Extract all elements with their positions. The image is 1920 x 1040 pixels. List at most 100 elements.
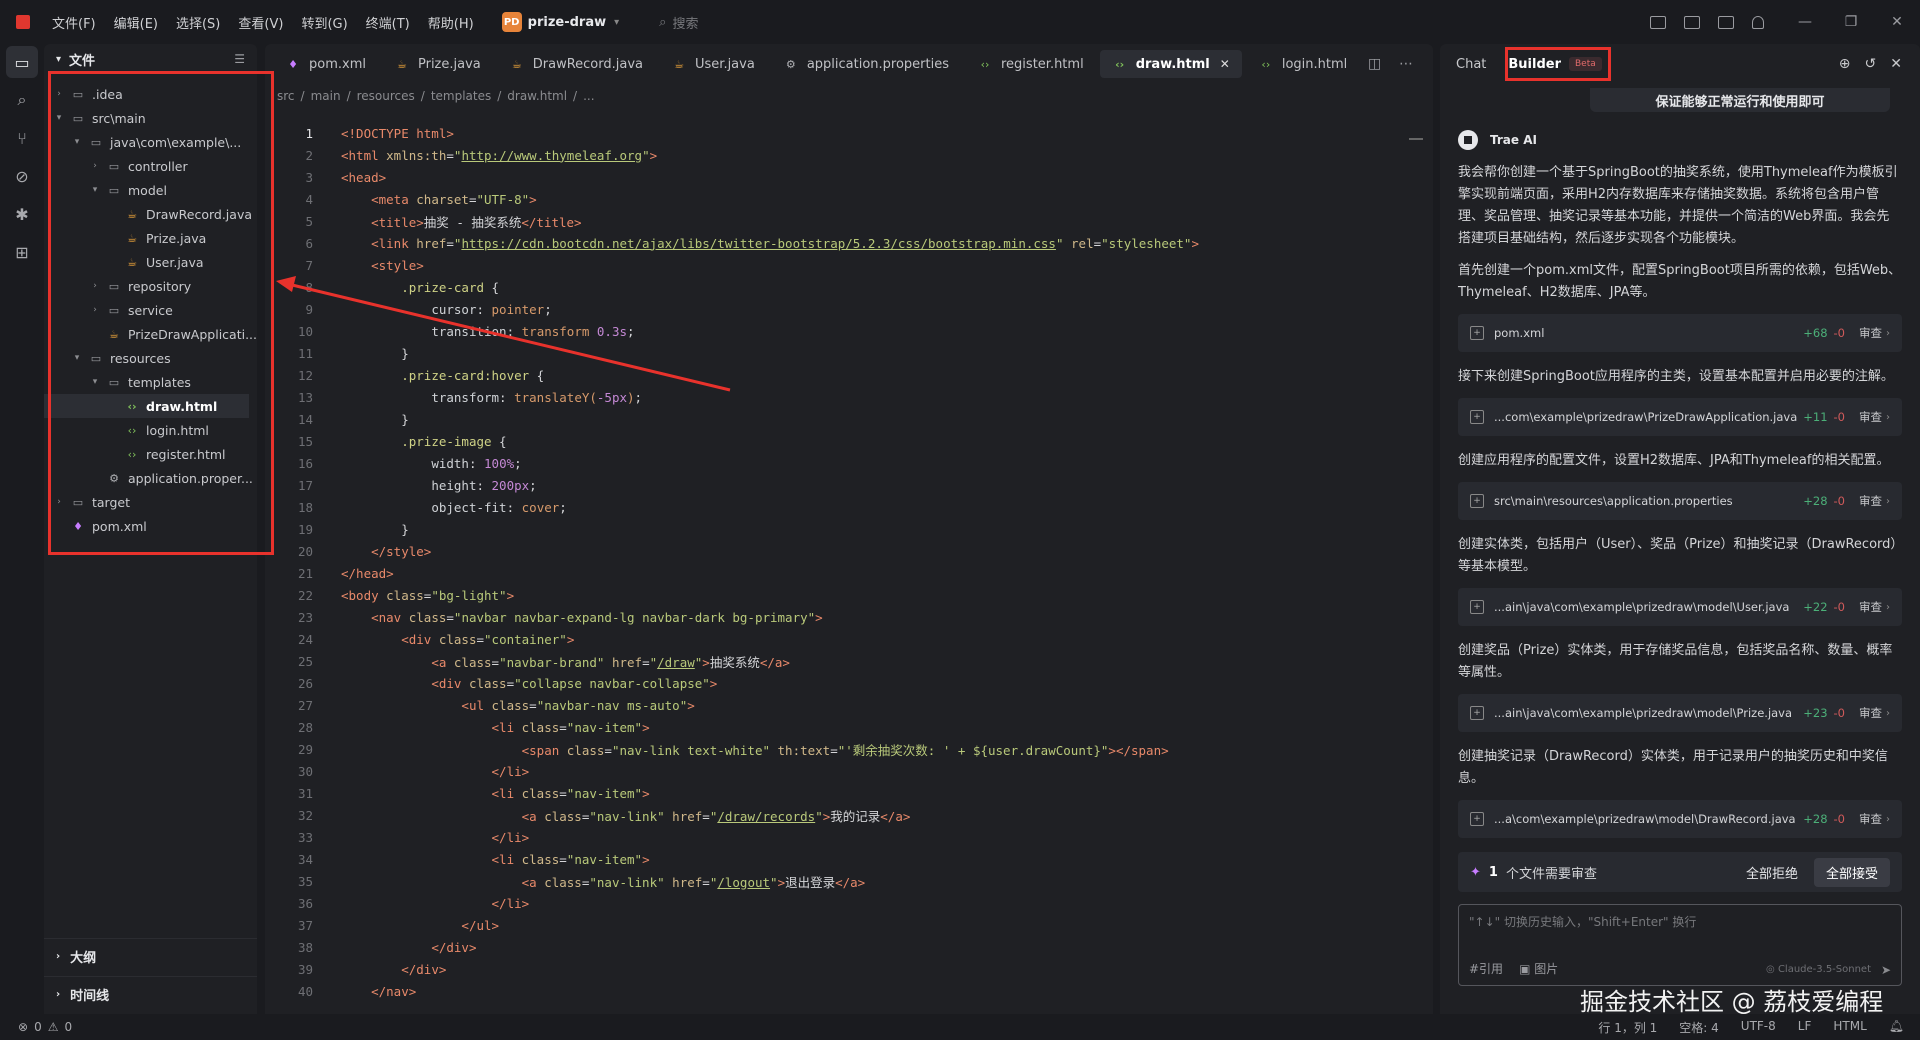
- toggle-sidebar-icon[interactable]: [1650, 15, 1666, 29]
- code-token: class: [521, 851, 560, 867]
- code-token: ": [642, 147, 650, 163]
- code-text: <div class="container">: [341, 632, 574, 647]
- chat-input[interactable]: "↑↓" 切换历史输入，"Shift+Enter" 换行 #引用 ▣ 图片 ◎ …: [1458, 904, 1902, 986]
- editor-actions: ◫ ⋯: [1368, 56, 1413, 72]
- file-change-card[interactable]: + ...ain\java\com\example\prizedraw\model…: [1458, 588, 1902, 626]
- remote-icon[interactable]: ⊘: [6, 160, 38, 192]
- breadcrumb-item[interactable]: templates: [431, 89, 491, 103]
- review-button[interactable]: 审查: [1859, 811, 1882, 827]
- close-tab-icon[interactable]: ✕: [1220, 57, 1230, 71]
- menu-item[interactable]: 编辑(E): [114, 13, 158, 32]
- outline-title: 大纲: [70, 951, 97, 966]
- file-plus-icon: +: [1470, 706, 1484, 720]
- close-icon[interactable]: ✕: [1890, 56, 1902, 72]
- restore-button[interactable]: ❐: [1828, 14, 1874, 30]
- debug-icon[interactable]: ✱: [6, 198, 38, 230]
- model-selector[interactable]: ◎ Claude-3.5-Sonnet: [1766, 964, 1871, 975]
- cursor-position[interactable]: 行 1，列 1: [1598, 1019, 1657, 1036]
- code-text: cursor: pointer;: [341, 302, 551, 317]
- editor-tab[interactable]: ⚙ application.properties: [771, 50, 961, 78]
- history-icon[interactable]: ↺: [1865, 56, 1877, 72]
- file-change-card[interactable]: + pom.xml +68 -0 审查 ›: [1458, 314, 1902, 352]
- breadcrumb-item[interactable]: ...: [583, 89, 594, 103]
- explorer-icon[interactable]: ▭: [6, 46, 38, 78]
- breadcrumb-item[interactable]: src: [277, 89, 295, 103]
- review-summary[interactable]: ✦ 1 个文件需要审查 全部拒绝 全部接受: [1458, 852, 1902, 892]
- language-mode[interactable]: HTML: [1833, 1019, 1866, 1036]
- toggle-panel-icon[interactable]: [1684, 15, 1700, 29]
- explorer-menu-icon[interactable]: ☰: [234, 52, 245, 66]
- tab-chat[interactable]: Chat: [1456, 57, 1486, 72]
- editor-tab[interactable]: ‹› login.html: [1246, 50, 1359, 78]
- reject-all-button[interactable]: 全部拒绝: [1746, 863, 1798, 882]
- image-button[interactable]: ▣ 图片: [1519, 960, 1558, 977]
- editor-tab[interactable]: ☕︎ DrawRecord.java: [497, 50, 655, 78]
- code-text: .prize-card {: [341, 280, 499, 295]
- file-change-card[interactable]: + src\main\resources\application.properti…: [1458, 482, 1902, 520]
- review-button[interactable]: 审查: [1859, 493, 1882, 509]
- menu-item[interactable]: 终端(T): [366, 13, 410, 32]
- code-line: 30 </li>: [265, 760, 1433, 782]
- warning-icon: ⚠: [47, 1020, 59, 1034]
- minimize-button[interactable]: —: [1782, 14, 1828, 30]
- timeline-section[interactable]: › 时间线: [44, 976, 257, 1012]
- project-selector[interactable]: PD prize-draw ▾: [501, 12, 619, 32]
- encoding[interactable]: UTF-8: [1741, 1019, 1776, 1036]
- extensions-icon[interactable]: ⊞: [6, 236, 38, 268]
- menu-item[interactable]: 转到(G): [301, 13, 347, 32]
- accept-all-button[interactable]: 全部接受: [1813, 857, 1890, 887]
- menu-item[interactable]: 选择(S): [176, 13, 220, 32]
- indentation[interactable]: 空格: 4: [1679, 1019, 1719, 1036]
- split-editor-icon[interactable]: ◫: [1368, 56, 1381, 72]
- review-button[interactable]: 审查: [1859, 599, 1882, 615]
- editor-tab[interactable]: ☕︎ User.java: [659, 50, 767, 78]
- review-button[interactable]: 审查: [1859, 409, 1882, 425]
- code-token: ;: [634, 389, 643, 405]
- editor-tab[interactable]: ☕︎ Prize.java: [382, 50, 493, 78]
- file-change-card[interactable]: + ...com\example\prizedraw\PrizeDrawAppli…: [1458, 398, 1902, 436]
- file-change-card[interactable]: + ...a\com\example\prizedraw\model\DrawRe…: [1458, 800, 1902, 838]
- source-control-icon[interactable]: ⑂: [6, 122, 38, 154]
- breadcrumb-item[interactable]: resources: [357, 89, 415, 103]
- search-view-icon[interactable]: ⌕: [6, 84, 38, 116]
- code-text: <style>: [341, 258, 424, 273]
- code-area[interactable]: 1 <!DOCTYPE html> 2 <html xmlns:th="http://…: [265, 122, 1433, 1002]
- code-text: .prize-card:hover {: [341, 368, 544, 383]
- code-token: >: [642, 851, 650, 867]
- new-chat-icon[interactable]: ⊕: [1839, 56, 1851, 72]
- code-line: 32 <a class="nav-link" href="/draw/recor…: [265, 804, 1433, 826]
- review-button[interactable]: 审查: [1859, 705, 1882, 721]
- window-controls: — ❐ ✕: [1650, 0, 1920, 44]
- notification-icon[interactable]: 🔔︎: [1889, 1019, 1904, 1036]
- send-icon[interactable]: ➤: [1881, 963, 1891, 977]
- menu-item[interactable]: 文件(F): [52, 13, 96, 32]
- editor-tab[interactable]: ‹› register.html: [965, 50, 1096, 78]
- outline-section[interactable]: › 大纲: [44, 938, 257, 974]
- menu-item[interactable]: 帮助(H): [428, 13, 474, 32]
- search-input[interactable]: ⌕ 搜索: [659, 13, 698, 32]
- code-token: =: [559, 785, 567, 801]
- toggle-secondary-sidebar-icon[interactable]: [1718, 15, 1734, 29]
- code-line: 1 <!DOCTYPE html>: [265, 122, 1433, 144]
- end-of-line[interactable]: LF: [1798, 1019, 1812, 1036]
- code-token: =: [702, 874, 710, 890]
- problems-indicator[interactable]: ⊗ 0 ⚠ 0: [18, 1020, 72, 1034]
- explorer-header[interactable]: ▾ 文件 ☰: [44, 44, 257, 74]
- menu-item[interactable]: 查看(V): [238, 13, 283, 32]
- review-button[interactable]: 审查: [1859, 325, 1882, 341]
- code-text: </style>: [341, 544, 431, 559]
- more-actions-icon[interactable]: ⋯: [1399, 56, 1413, 72]
- editor-tab[interactable]: ♦ pom.xml: [273, 50, 378, 78]
- editor-tab[interactable]: ‹› draw.html ✕: [1099, 50, 1242, 78]
- reference-button[interactable]: #引用: [1469, 960, 1503, 977]
- breadcrumb-item[interactable]: draw.html: [507, 89, 567, 103]
- breadcrumb-item[interactable]: main: [311, 89, 341, 103]
- code-token: <link: [371, 235, 417, 251]
- code-token: ;: [627, 323, 635, 339]
- close-window-button[interactable]: ✕: [1874, 14, 1920, 30]
- code-token: >: [702, 654, 710, 670]
- account-icon[interactable]: [1752, 15, 1764, 29]
- file-change-card[interactable]: + ...ain\java\com\example\prizedraw\model…: [1458, 694, 1902, 732]
